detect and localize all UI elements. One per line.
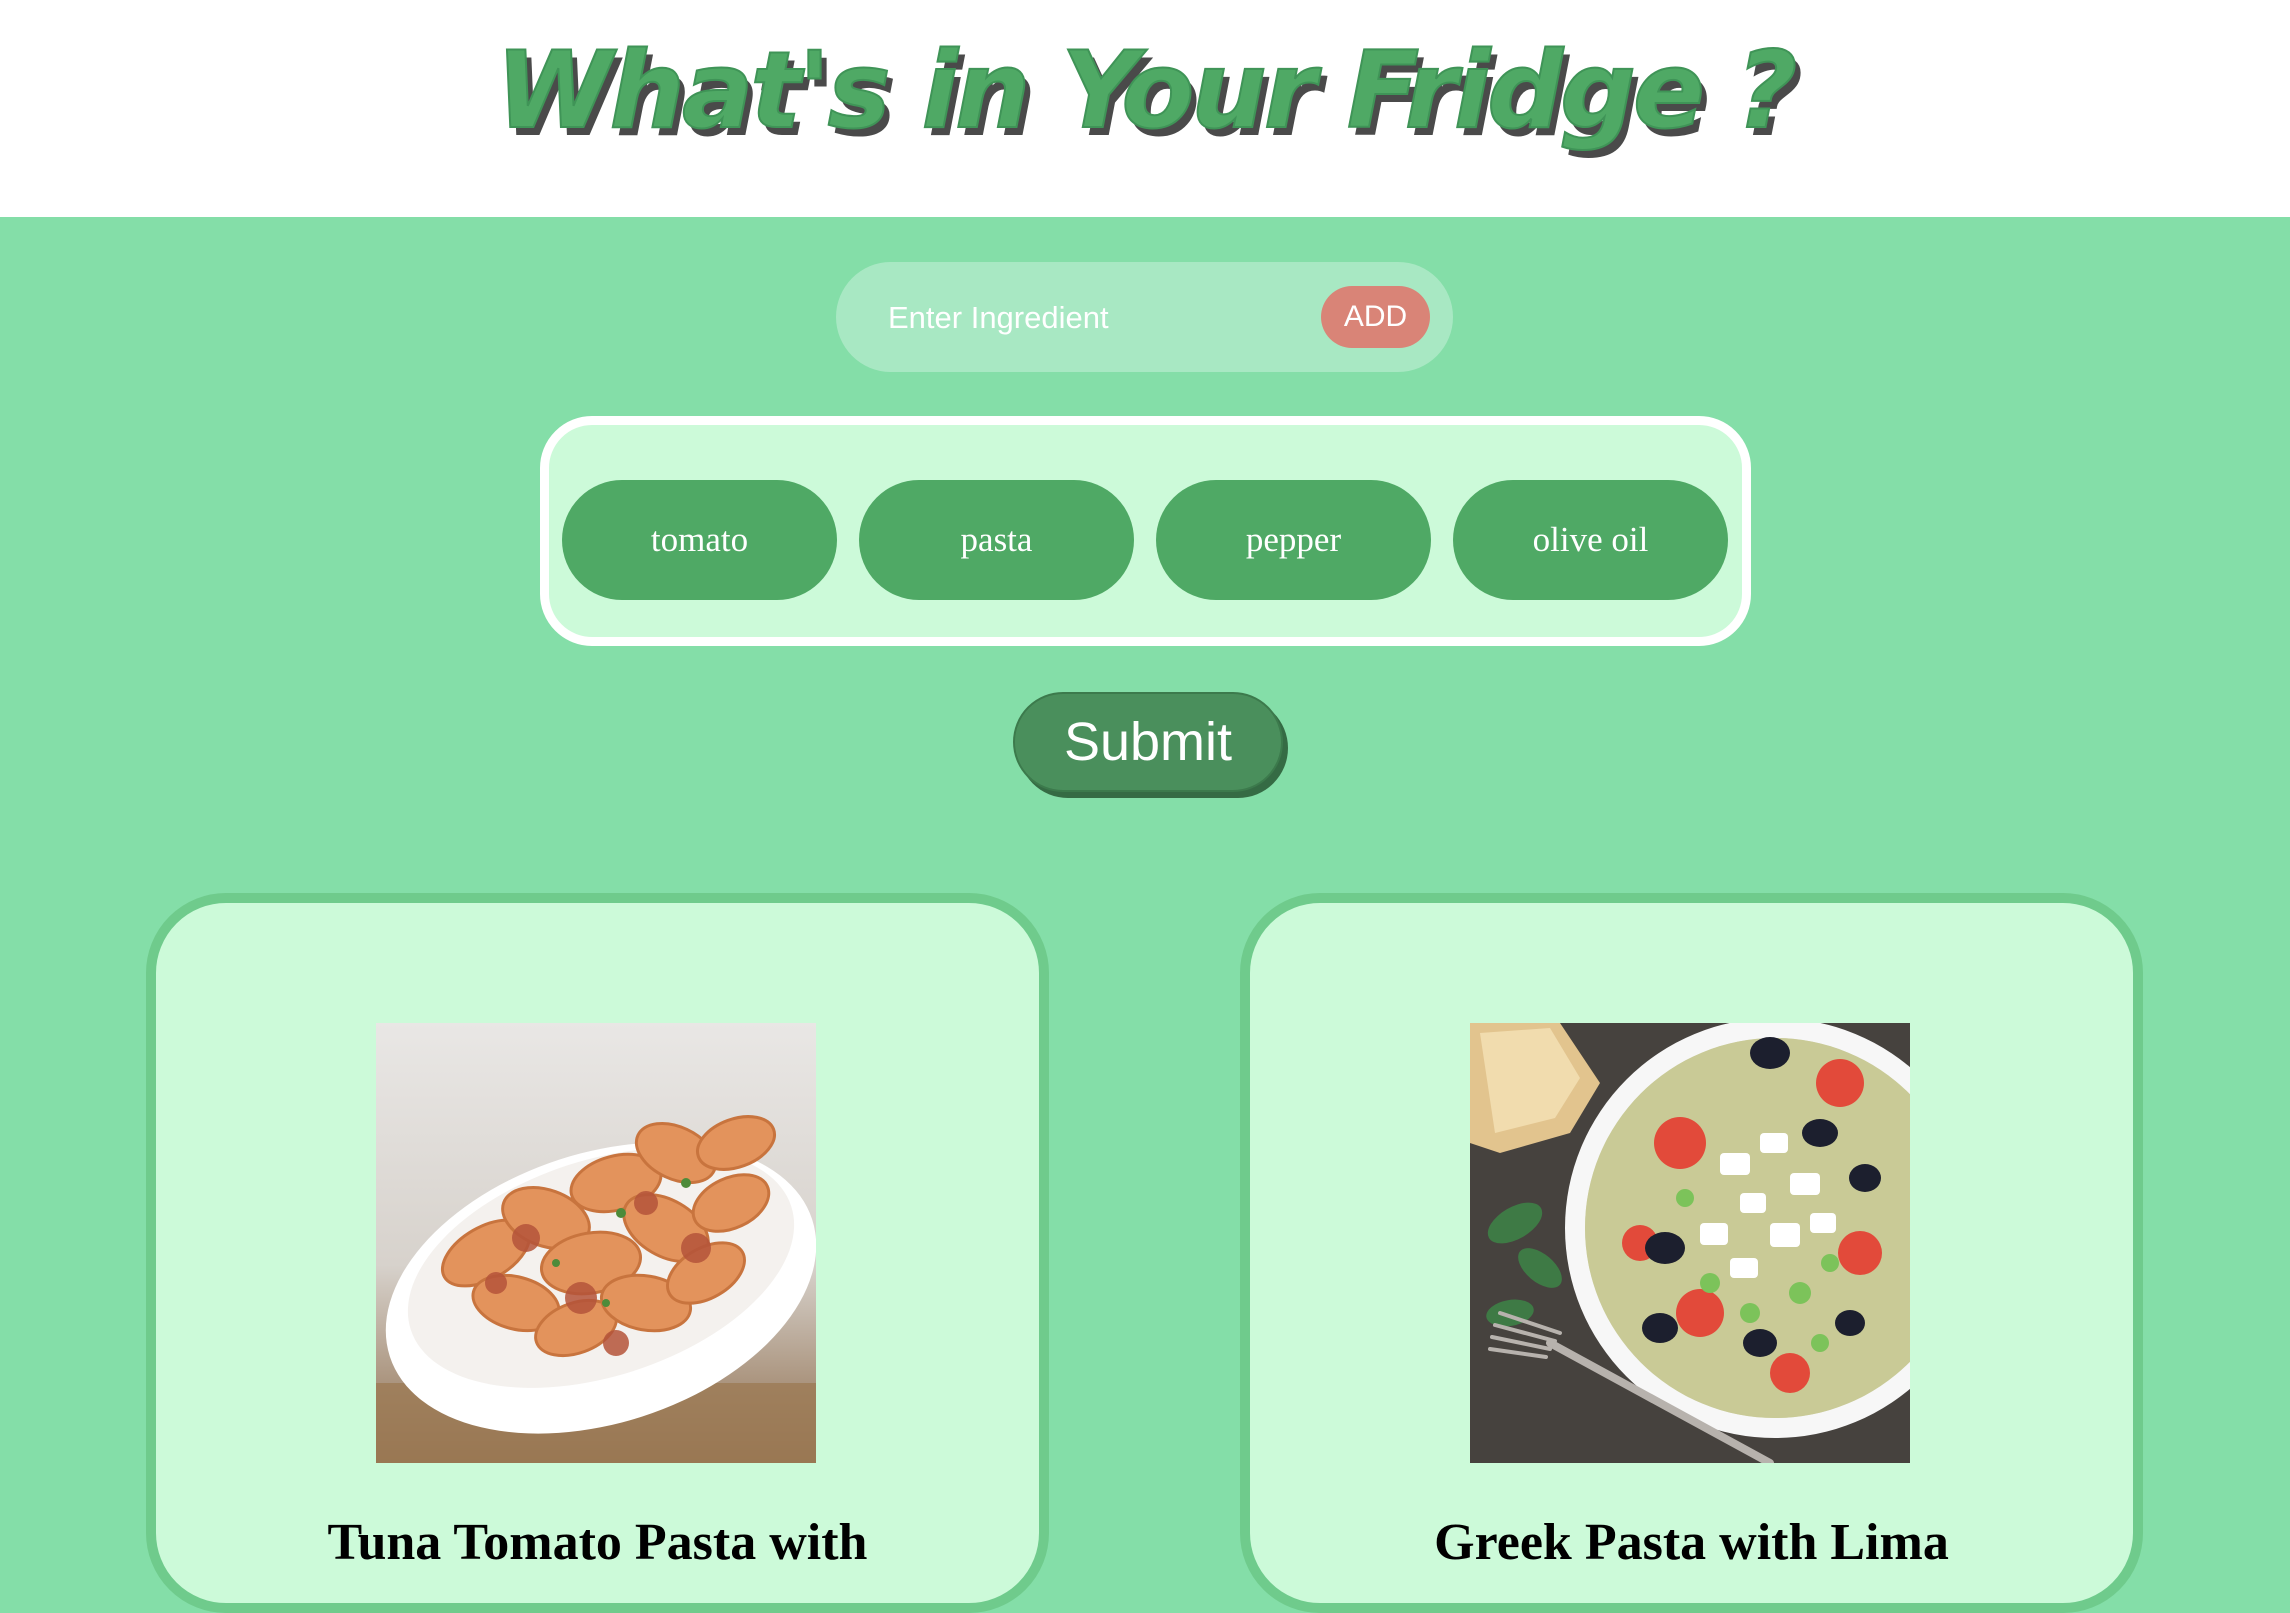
recipe-title: Tuna Tomato Pasta with (327, 1514, 868, 1571)
app-title: What's in Your Fridge ? (495, 28, 1799, 153)
ingredient-search-bar: ADD (836, 262, 1453, 372)
ingredient-chip[interactable]: pepper (1156, 480, 1431, 600)
recipe-title: Greek Pasta with Lima (1434, 1514, 1949, 1571)
ingredient-chip[interactable]: olive oil (1453, 480, 1728, 600)
submit-button[interactable]: Submit (1013, 692, 1283, 792)
header: What's in Your Fridge ? (0, 0, 2290, 217)
ingredient-list: tomato pasta pepper olive oil (540, 416, 1751, 646)
recipe-card[interactable]: Tuna Tomato Pasta with (146, 893, 1049, 1613)
ingredient-chip[interactable]: pasta (859, 480, 1134, 600)
recipe-image (1470, 1023, 1910, 1463)
ingredient-input[interactable] (886, 287, 1310, 349)
recipe-image (376, 1023, 816, 1463)
recipe-card[interactable]: Greek Pasta with Lima (1240, 893, 2143, 1613)
add-button[interactable]: ADD (1321, 286, 1430, 348)
ingredient-chip[interactable]: tomato (562, 480, 837, 600)
